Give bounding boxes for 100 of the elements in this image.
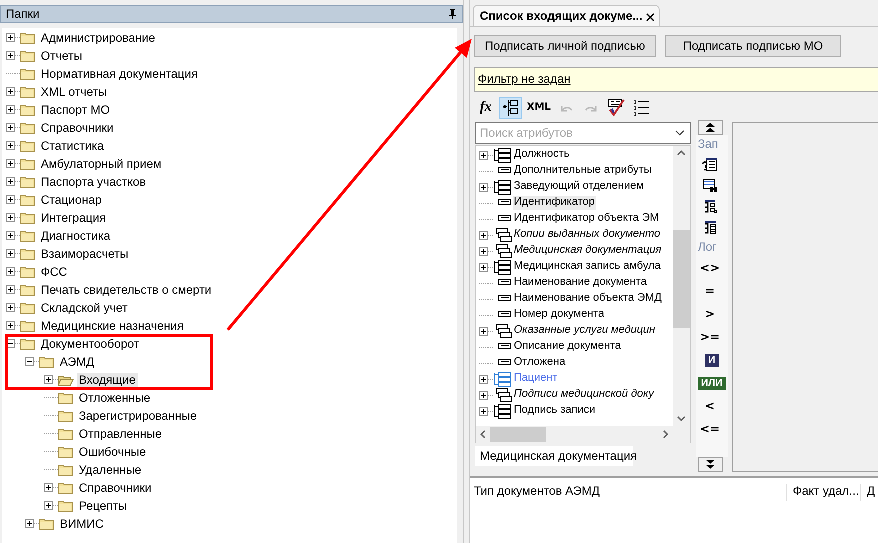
scroll-thumb[interactable]	[490, 427, 546, 442]
folder-tree-item[interactable]: Печать свидетельств о смерти	[39, 282, 214, 298]
attribute-item[interactable]: Медицинская запись амбула	[513, 260, 662, 274]
expand-icon[interactable]	[479, 230, 488, 240]
expand-icon[interactable]	[6, 195, 15, 204]
folder-tree-item[interactable]: Паспорта участков	[39, 174, 148, 190]
folder-tree-item[interactable]: Отправленные	[77, 426, 164, 442]
expand-icon[interactable]	[6, 105, 15, 114]
scroll-up-button[interactable]	[698, 120, 723, 135]
folder-tree-item[interactable]: Стационар	[39, 192, 104, 208]
attribute-item[interactable]: Наименование объекта ЭМД	[513, 292, 663, 306]
folder-tree-item[interactable]: Отложенные	[77, 390, 152, 406]
folder-tree-item[interactable]: Справочники	[77, 480, 154, 496]
folder-tree-item[interactable]: Зарегистрированные	[77, 408, 200, 424]
operator-button[interactable]: =	[696, 280, 724, 303]
column-header[interactable]: Тип документов АЭМД	[470, 484, 786, 501]
expand-icon[interactable]	[479, 374, 488, 384]
sign-button[interactable]: Подписать подписью МО	[665, 35, 842, 57]
xml-button[interactable]: XML	[524, 97, 554, 119]
folder-tree-item[interactable]: ВИМИС	[58, 516, 106, 532]
attribute-item[interactable]: Наименование документа	[513, 276, 648, 290]
tree-button[interactable]	[499, 97, 522, 119]
folder-tree-item[interactable]: Отчеты	[39, 48, 84, 64]
scroll-thumb[interactable]	[673, 230, 690, 328]
attribute-search-field[interactable]: Поиск атрибутов	[475, 122, 691, 144]
splitter[interactable]	[463, 0, 470, 543]
expand-icon[interactable]	[6, 123, 15, 132]
expand-icon[interactable]	[479, 262, 488, 272]
expand-icon[interactable]	[479, 326, 488, 336]
expand-icon[interactable]	[6, 141, 15, 150]
expand-icon[interactable]	[44, 375, 53, 384]
attribute-item[interactable]: Копии выданных документо	[513, 228, 662, 242]
operator-button[interactable]: <>	[696, 257, 724, 280]
folder-tree-item[interactable]: Нормативная документация	[39, 66, 200, 82]
attribute-item[interactable]: Должность	[513, 148, 571, 162]
expand-icon[interactable]	[6, 87, 15, 96]
expand-icon[interactable]	[6, 303, 15, 312]
attribute-item[interactable]: Заведующий отделением	[513, 180, 646, 194]
operator-button[interactable]: ИЛИ	[698, 377, 726, 390]
folder-tree-item[interactable]: Ошибочные	[77, 444, 148, 460]
folder-tree-item[interactable]: Справочники	[39, 120, 116, 136]
folder-tree-item[interactable]: Входящие	[77, 372, 138, 388]
expand-icon[interactable]	[6, 321, 15, 330]
operator-button[interactable]: >=	[696, 326, 724, 349]
sign-button[interactable]: Подписать личной подписью	[474, 35, 656, 57]
folder-tree-item[interactable]: Амбулаторный прием	[39, 156, 164, 172]
column-header[interactable]: Д	[860, 484, 876, 501]
attribute-item[interactable]: Описание документа	[513, 340, 622, 354]
folder-tree-item[interactable]: Паспорт МО	[39, 102, 112, 118]
attribute-item[interactable]: Подписи медицинской доку	[513, 388, 656, 402]
folder-tree-item[interactable]: Интеграция	[39, 210, 108, 226]
attribute-item[interactable]: Идентификатор объекта ЭМ	[513, 212, 660, 226]
attribute-item[interactable]: Идентификатор	[513, 196, 596, 210]
attribute-item[interactable]: Отложена	[513, 356, 567, 370]
expand-icon[interactable]	[6, 267, 15, 276]
expand-icon[interactable]	[6, 231, 15, 240]
collapse-icon[interactable]	[25, 357, 34, 366]
expand-icon[interactable]	[44, 501, 53, 510]
dropdown-icon[interactable]	[675, 130, 685, 136]
expand-icon[interactable]	[6, 33, 15, 42]
folder-tree-item[interactable]: Статистика	[39, 138, 106, 154]
folder-tree-item[interactable]: Взаиморасчеты	[39, 246, 131, 262]
expand-icon[interactable]	[6, 159, 15, 168]
column-header[interactable]: Факт удал...	[786, 484, 860, 501]
table-tool-icon[interactable]	[702, 157, 718, 172]
folder-tree-item[interactable]: Удаленные	[77, 462, 144, 478]
folder-tree-item[interactable]: Рецепты	[77, 498, 130, 514]
table-tool-icon[interactable]	[702, 220, 718, 235]
expand-icon[interactable]	[479, 390, 488, 400]
vertical-scrollbar[interactable]	[673, 146, 690, 426]
expand-icon[interactable]	[6, 285, 15, 294]
expand-icon[interactable]	[479, 406, 488, 416]
attribute-item[interactable]: Пациент	[513, 372, 559, 386]
pin-icon[interactable]	[449, 8, 456, 19]
expand-icon[interactable]	[479, 150, 488, 160]
attribute-item[interactable]: Подпись записи	[513, 404, 596, 418]
folder-tree-item[interactable]: АЭМД	[58, 354, 96, 370]
expand-icon[interactable]	[6, 249, 15, 258]
operator-button[interactable]: <	[696, 395, 724, 418]
folder-tree-item[interactable]: Администрирование	[39, 30, 158, 46]
folder-tree-item[interactable]: XML отчеты	[39, 84, 110, 100]
attribute-item[interactable]: Медицинская документация	[513, 244, 663, 258]
expand-icon[interactable]	[6, 177, 15, 186]
operator-button[interactable]: >	[696, 303, 724, 326]
expand-icon[interactable]	[6, 213, 15, 222]
filter-link[interactable]: Фильтр не задан	[478, 72, 571, 86]
operator-button[interactable]: <=	[696, 418, 724, 441]
expand-icon[interactable]	[44, 483, 53, 492]
horizontal-scrollbar[interactable]	[476, 426, 690, 443]
folder-tree-item[interactable]: Диагностика	[39, 228, 113, 244]
expand-icon[interactable]	[25, 519, 34, 528]
table-tool-icon[interactable]	[702, 178, 718, 193]
document-tab[interactable]: Список входящих докуме...	[473, 5, 660, 26]
expand-icon[interactable]	[6, 51, 15, 60]
folder-tree-item[interactable]: Складской учет	[39, 300, 130, 316]
operator-button[interactable]: И	[705, 354, 719, 367]
folder-tree-item[interactable]: ФСС	[39, 264, 70, 280]
folder-tree-item[interactable]: Медицинские назначения	[39, 318, 186, 334]
attribute-item[interactable]: Дополнительные атрибуты	[513, 164, 653, 178]
folder-tree-item[interactable]: Документооборот	[39, 336, 142, 352]
